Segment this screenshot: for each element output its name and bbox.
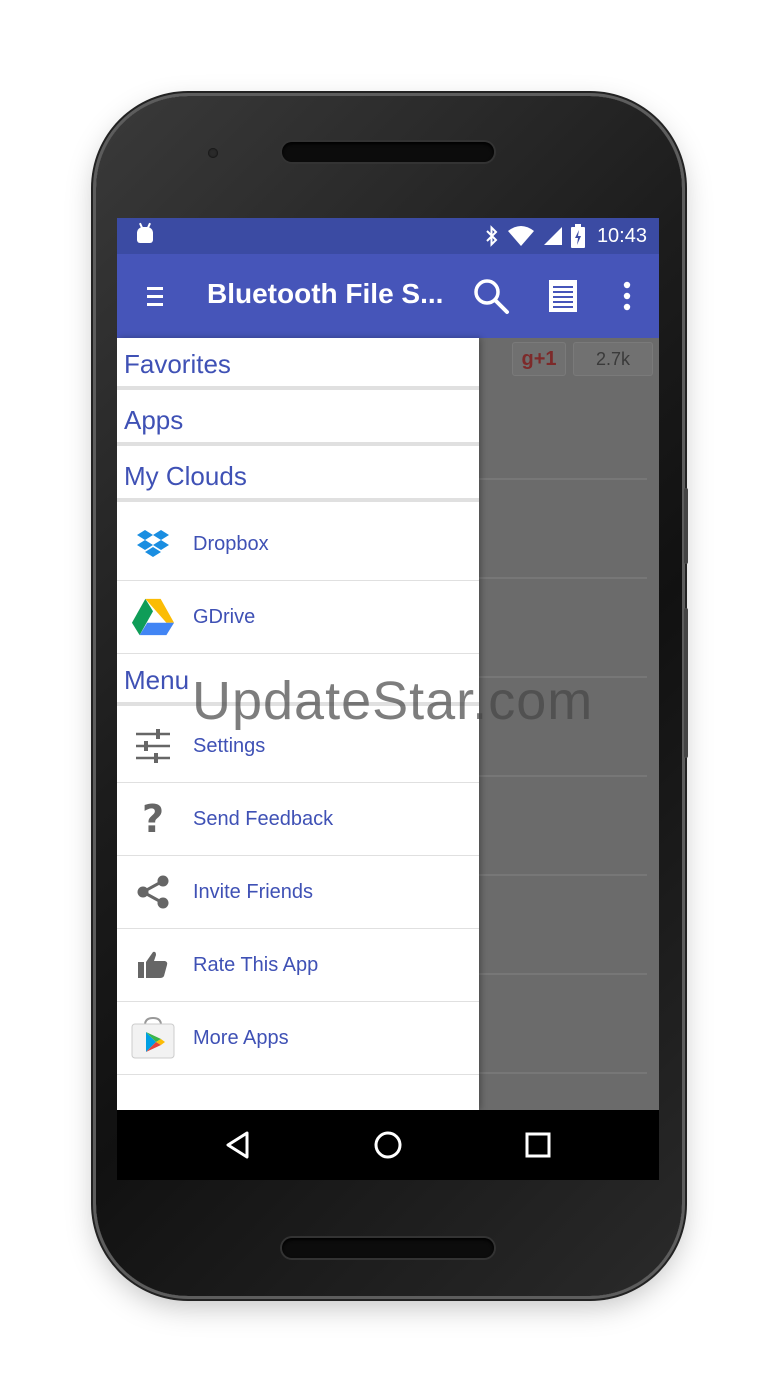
drawer-item-rate-app[interactable]: Rate This App [117, 929, 479, 1002]
drawer-item-more-apps[interactable]: More Apps [117, 1002, 479, 1075]
drawer-item-dropbox[interactable]: Dropbox [117, 508, 479, 581]
power-button [684, 488, 688, 564]
drawer-item-invite-friends[interactable]: Invite Friends [117, 856, 479, 929]
system-nav-bar [117, 1110, 659, 1180]
gdrive-icon [131, 595, 175, 639]
battery-icon [570, 224, 585, 248]
back-icon[interactable] [220, 1127, 256, 1163]
drawer-item-label: Dropbox [193, 533, 269, 555]
top-speaker [282, 142, 494, 162]
overflow-menu-icon[interactable] [607, 276, 647, 316]
settings-icon [131, 724, 175, 768]
app-toolbar: Bluetooth File S... [117, 254, 659, 338]
status-time: 10:43 [596, 224, 647, 247]
list-view-icon[interactable] [543, 276, 583, 316]
status-bar: 10:43 [117, 218, 659, 254]
watermark: UpdateStar.com [192, 671, 594, 731]
wifi-icon [507, 226, 534, 246]
drawer-item-apps[interactable]: Apps [117, 394, 479, 446]
play-store-icon [131, 1016, 175, 1060]
thumbs-up-icon [131, 943, 175, 987]
signal-icon [543, 227, 562, 245]
drawer-item-label: Send Feedback [193, 808, 334, 830]
app-title: Bluetooth File S... [207, 278, 444, 309]
home-icon[interactable] [370, 1127, 406, 1163]
plus-one-count: 2.7k [573, 342, 653, 376]
drawer-item-label: Invite Friends [193, 881, 314, 903]
drawer-item-send-feedback[interactable]: ? Send Feedback [117, 783, 479, 856]
drawer-item-label: Rate This App [193, 954, 319, 976]
share-icon [131, 870, 175, 914]
volume-button [684, 608, 688, 758]
recents-icon[interactable] [520, 1127, 556, 1163]
drawer-item-gdrive[interactable]: GDrive [117, 581, 479, 654]
bluetooth-icon [486, 225, 498, 247]
question-icon: ? [141, 797, 165, 841]
google-plus-button: g+1 [512, 342, 566, 376]
android-icon [137, 227, 153, 243]
search-icon[interactable] [471, 276, 511, 316]
bottom-speaker [282, 1238, 494, 1258]
dropbox-icon [131, 522, 175, 566]
drawer-item-label: More Apps [193, 1027, 289, 1049]
drawer-item-label: GDrive [193, 606, 256, 628]
drawer-item-favorites[interactable]: Favorites [117, 338, 479, 390]
front-camera [208, 148, 218, 158]
drawer-header-my-clouds: My Clouds [117, 450, 479, 502]
menu-icon[interactable] [141, 280, 169, 312]
